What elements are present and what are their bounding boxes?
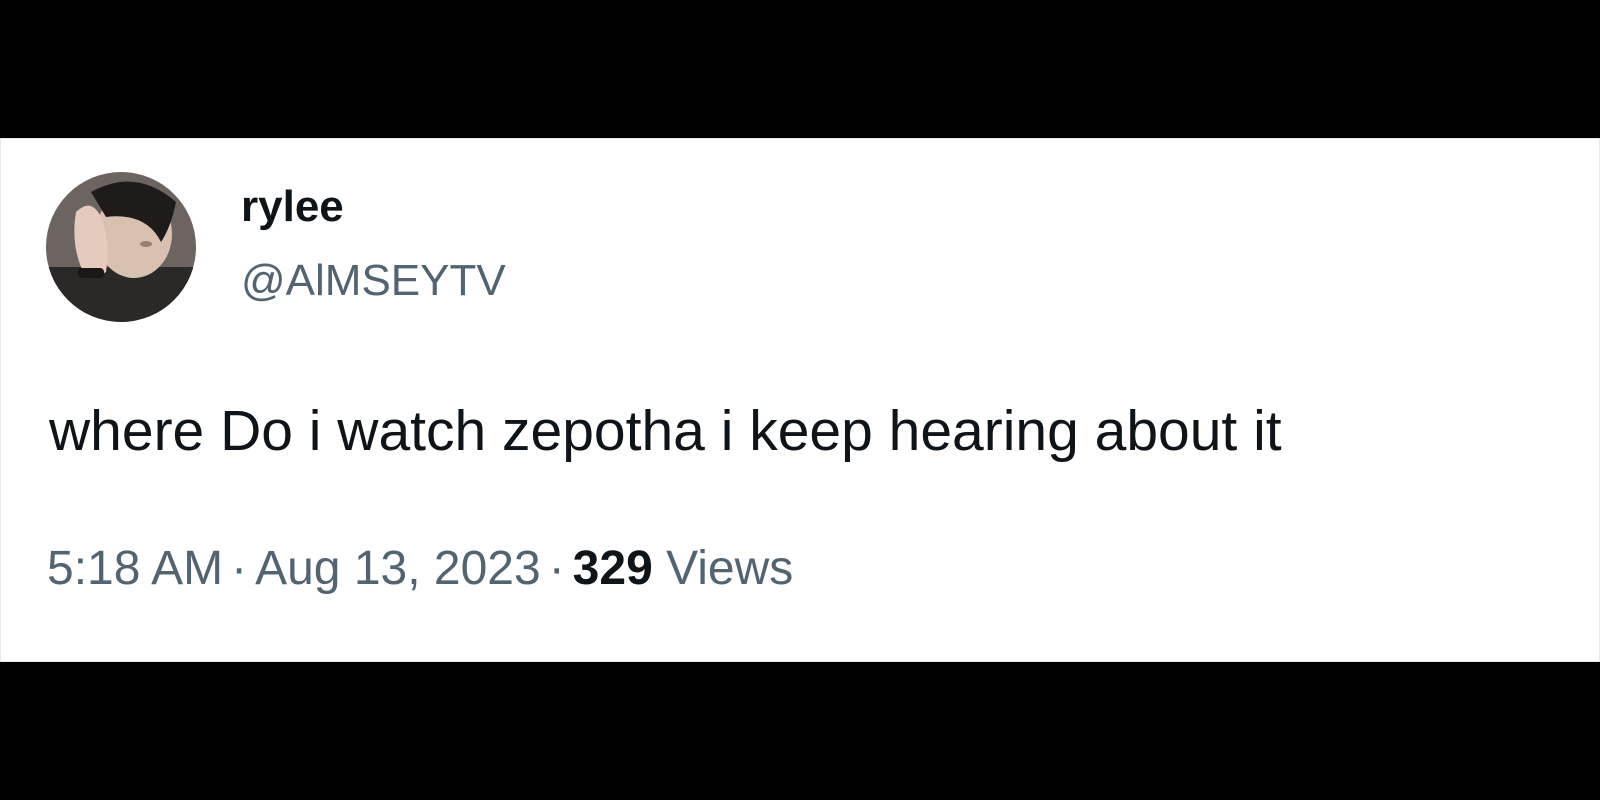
tweet-time[interactable]: 5:18 AM (47, 542, 223, 595)
tweet-meta: 5:18 AM · Aug 13, 2023 · 329 Views (47, 541, 793, 597)
user-handle[interactable]: @AlMSEYTV (241, 255, 506, 307)
meta-separator: · (231, 542, 248, 595)
avatar-photo (46, 172, 196, 322)
tweet-card: rylee @AlMSEYTV where Do i watch zepotha… (0, 138, 1600, 662)
tweet-text: where Do i watch zepotha i keep hearing … (49, 399, 1282, 463)
meta-separator: · (548, 542, 565, 595)
screenshot-frame: rylee @AlMSEYTV where Do i watch zepotha… (0, 0, 1600, 800)
views-count[interactable]: 329 (573, 542, 653, 595)
avatar[interactable] (46, 172, 196, 322)
user-display-name[interactable]: rylee (241, 181, 344, 233)
tweet-date[interactable]: Aug 13, 2023 (255, 542, 541, 595)
views-label: Views (666, 542, 794, 595)
